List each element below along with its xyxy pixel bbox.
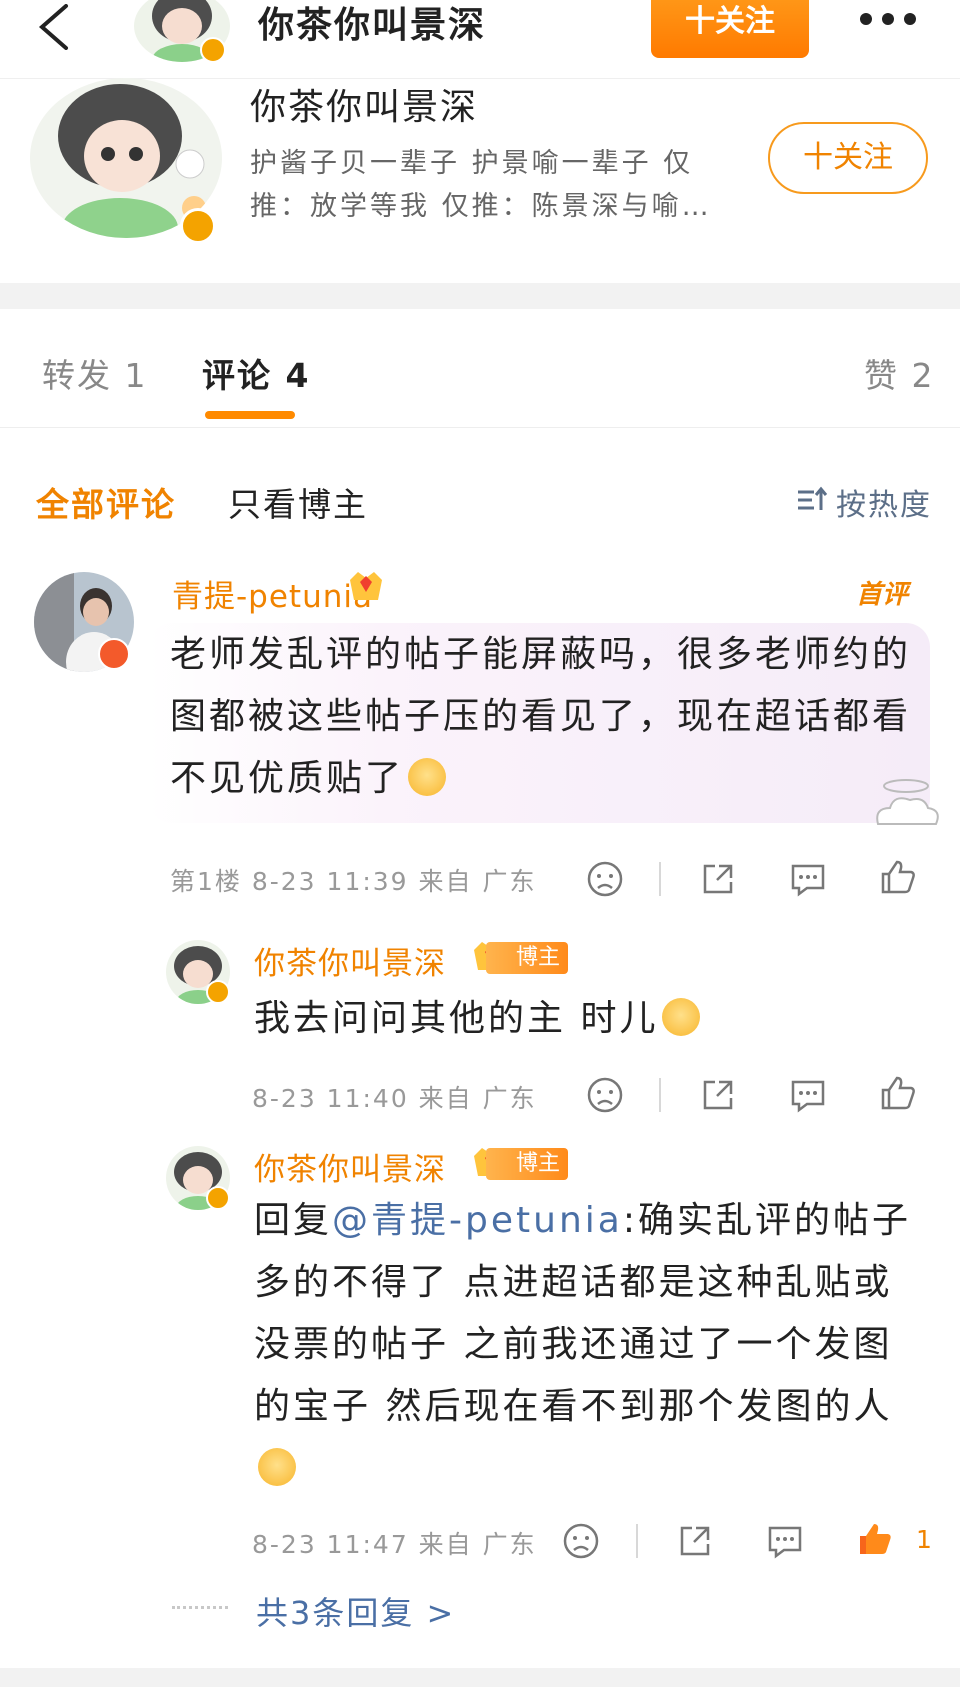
action-divider (659, 1078, 661, 1112)
fan-level-icon (350, 572, 382, 600)
sort-icon[interactable] (796, 484, 828, 516)
tab-repost[interactable]: 转发 1 (42, 349, 148, 397)
sort-by-hot[interactable]: 按热度 (836, 480, 932, 524)
emoji-icon (258, 1448, 296, 1486)
profile-description: 护酱子贝一辈子 护景喻一辈子 仅推：放学等我 仅推：陈景深与喻… (250, 148, 712, 222)
share-icon[interactable] (699, 860, 737, 898)
replies-dots (172, 1606, 228, 1609)
emoji-icon (662, 998, 701, 1036)
commenter-name[interactable]: 青提-petunia (172, 571, 373, 616)
top-bar: 你茶你叫景深 十关注 (0, 0, 960, 79)
verified-badge-icon (98, 638, 130, 670)
dislike-icon[interactable] (586, 1076, 624, 1114)
back-icon[interactable] (36, 4, 76, 50)
like-icon[interactable] (879, 1074, 917, 1112)
mention-link[interactable]: @青提-petunia (332, 1200, 623, 1241)
profile-name[interactable]: 你茶你叫景深 (250, 78, 478, 130)
header-username: 你茶你叫景深 (258, 5, 487, 46)
emoji-icon (408, 758, 447, 796)
reply-text: 回复@青提-petunia:确实乱评的帖子多的不得了 点进超话都是这种乱贴或没票… (254, 1190, 914, 1500)
verified-badge-icon (206, 980, 230, 1004)
comment-icon[interactable] (789, 1076, 827, 1114)
action-divider (636, 1524, 638, 1558)
share-icon[interactable] (676, 1522, 714, 1560)
tab-bar: 转发 1 评论 4 赞 2 (0, 309, 960, 428)
reply-meta: 8-23 11:47 来自 广东 (252, 1530, 537, 1559)
comment-icon[interactable] (766, 1522, 804, 1560)
verified-badge-icon (180, 208, 216, 244)
profile-follow-button[interactable]: 十关注 (768, 122, 928, 194)
tab-active-indicator (205, 411, 295, 419)
share-icon[interactable] (699, 1076, 737, 1114)
reply-author-name[interactable]: 你茶你叫景深 (254, 1144, 446, 1189)
tab-likes[interactable]: 赞 2 (864, 349, 935, 397)
view-replies-link[interactable]: 共3条回复 > (256, 1588, 455, 1634)
verified-badge-icon (200, 37, 226, 63)
more-icon[interactable] (858, 12, 918, 26)
cloud-decoration-icon (876, 779, 939, 825)
liked-icon[interactable] (856, 1520, 894, 1558)
section-divider (0, 283, 960, 309)
header-follow-button[interactable]: 十关注 (651, 0, 809, 58)
comment-text: 老师发乱评的帖子能屏蔽吗，很多老师约的图都被这些帖子压的看见了，现在超话都看不见… (170, 634, 912, 799)
op-tag: 博主 (486, 942, 569, 974)
filter-all-comments[interactable]: 全部评论 (36, 478, 176, 526)
like-count: 1 (916, 1525, 932, 1554)
dislike-icon[interactable] (562, 1522, 600, 1560)
reply-text: 我去问问其他的主 时儿 (254, 988, 924, 1050)
filter-op-only[interactable]: 只看博主 (228, 478, 368, 526)
dislike-icon[interactable] (586, 860, 624, 898)
comment-meta: 第1楼 8-23 11:39 来自 广东 (170, 867, 537, 896)
tab-comments[interactable]: 评论 4 (202, 349, 310, 397)
reply-author-name[interactable]: 你茶你叫景深 (254, 938, 446, 983)
op-tag: 博主 (486, 1148, 569, 1180)
section-divider (0, 1668, 960, 1687)
first-comment-tag: 首评 (856, 580, 909, 610)
like-icon[interactable] (879, 858, 917, 896)
comment-icon[interactable] (789, 860, 827, 898)
reply-meta: 8-23 11:40 来自 广东 (252, 1084, 537, 1113)
action-divider (659, 862, 661, 896)
verified-badge-icon (206, 1186, 230, 1210)
